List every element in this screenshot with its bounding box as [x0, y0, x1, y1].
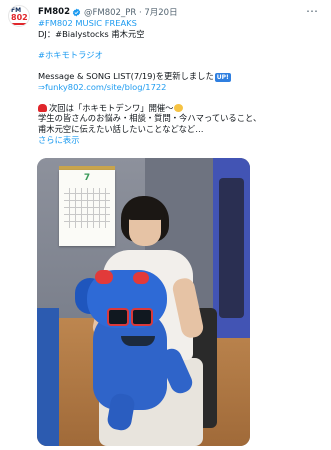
puppet-glasses-right — [131, 308, 153, 326]
next-event-line: 次回は「ホキモトデンワ」開催〜 — [38, 103, 324, 114]
photo-studio-window — [213, 158, 250, 338]
avatar-logo-number: 802 — [11, 13, 28, 22]
tweet-photo[interactable]: 7 — [37, 158, 250, 446]
puppet-glasses-left — [107, 308, 129, 326]
hokimoto-hashtag[interactable]: #ホキモトラジオ — [38, 50, 324, 61]
more-options-icon[interactable]: ⋯ — [305, 4, 319, 18]
hashtag-line[interactable]: #FM802 MUSIC FREAKS — [38, 18, 324, 29]
update-line: Message & SONG LIST(7/19)を更新しました UP! — [38, 71, 324, 82]
tell-line: 甫木元空に伝えたい話したいことなどなど… — [38, 123, 204, 134]
puppet-left-ear — [95, 270, 113, 284]
siren-emoji — [38, 103, 47, 112]
up-button-emoji: UP! — [214, 72, 231, 82]
author-handle-and-time[interactable]: @FM802_PR · 7月20日 — [84, 6, 178, 18]
sweat-smile-emoji — [174, 103, 184, 112]
show-more-link[interactable]: さらに表示 — [38, 135, 324, 146]
avatar[interactable]: FM 802 — [8, 5, 30, 27]
person-bangs — [125, 198, 165, 220]
photo-window-glass — [219, 178, 244, 318]
tweet-text: #FM802 MUSIC FREAKS DJ：#Bialystocks 甫木元空… — [38, 18, 324, 145]
avatar-logo-underline — [11, 23, 27, 25]
photo-blue-panel — [37, 308, 59, 446]
calendar-grid — [64, 188, 110, 228]
dj-line: DJ：#Bialystocks 甫木元空 — [38, 29, 324, 40]
calendar-month: 7 — [83, 173, 91, 183]
verified-badge-icon — [72, 8, 81, 16]
tweet-header: FM802 @FM802_PR · 7月20日 — [38, 5, 178, 19]
tweet-card: FM 802 FM802 @FM802_PR · 7月20日 ⋯ #FM802 … — [0, 0, 331, 450]
students-line: 学生の皆さんのお悩み・相談・質問・今ハマっていること、 — [38, 113, 262, 124]
next-event-text: 次回は「ホキモトデンワ」開催〜 — [49, 102, 174, 113]
photo-calendar: 7 — [59, 170, 115, 246]
update-text: Message & SONG LIST(7/19)を更新しました — [38, 70, 214, 81]
puppet-mouth — [121, 336, 155, 346]
puppet-right-ear — [133, 272, 149, 284]
blog-link[interactable]: ⇒funky802.com/site/blog/1722 — [38, 82, 324, 93]
author-name[interactable]: FM802 — [38, 7, 70, 17]
dj-line-text: DJ：#Bialystocks 甫木元空 — [38, 28, 145, 39]
